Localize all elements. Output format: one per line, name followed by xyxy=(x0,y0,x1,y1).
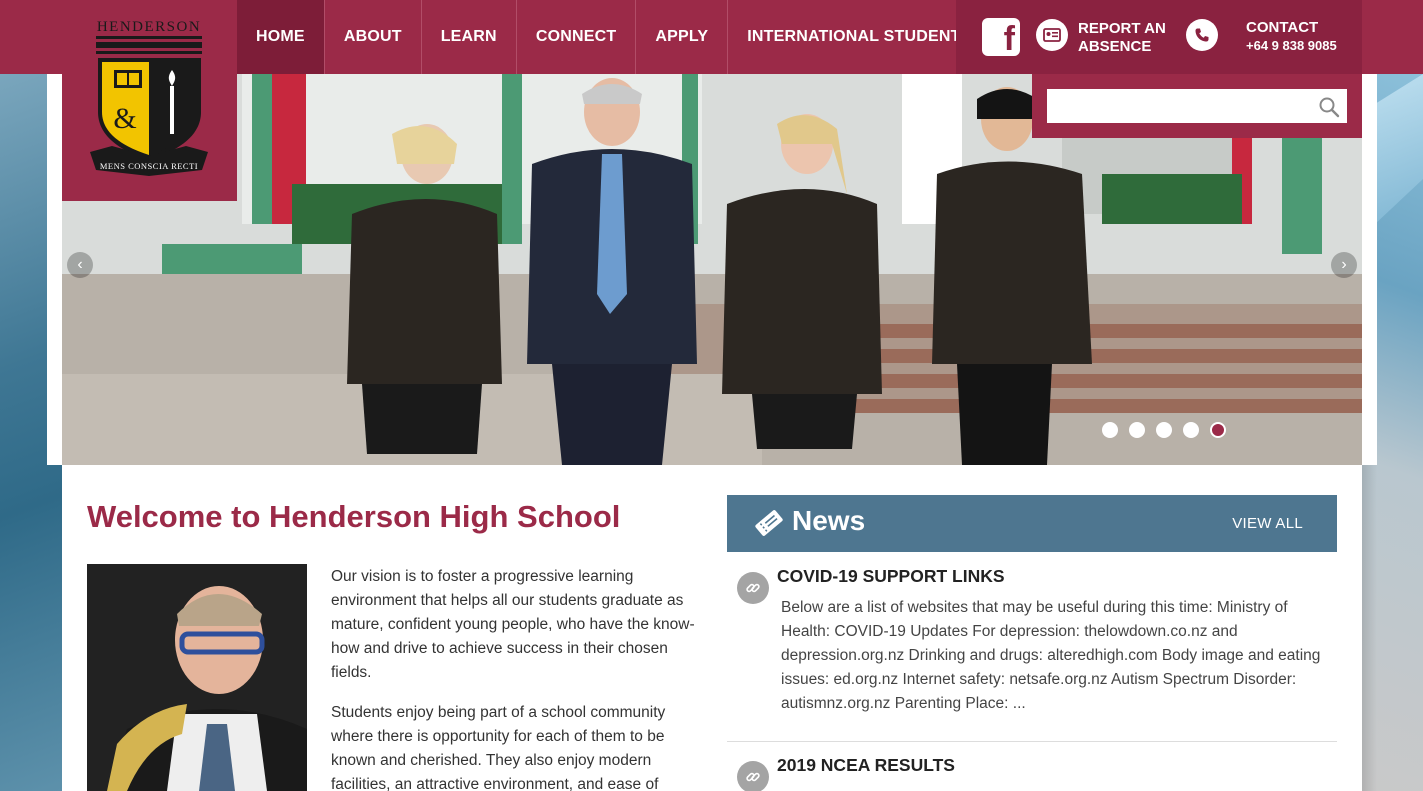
principal-photo xyxy=(87,564,307,791)
carousel-prev-arrow[interactable]: ‹ xyxy=(67,252,93,278)
logo-motto: MENS CONSCIA RECTI xyxy=(100,161,198,171)
carousel-dot-5[interactable] xyxy=(1210,422,1226,438)
news-divider xyxy=(727,741,1337,742)
nav-connect[interactable]: CONNECT xyxy=(517,0,637,74)
welcome-paragraph-1: Our vision is to foster a progressive le… xyxy=(331,568,695,681)
logo-name: HENDERSON xyxy=(97,19,201,35)
facebook-icon[interactable]: f xyxy=(982,18,1020,56)
carousel-dot-4[interactable] xyxy=(1183,422,1199,438)
welcome-title: Welcome to Henderson High School xyxy=(87,499,621,534)
welcome-paragraph-2: Students enjoy being part of a school co… xyxy=(331,704,666,791)
carousel-dots xyxy=(1102,422,1226,438)
news-item-title[interactable]: COVID-19 SUPPORT LINKS xyxy=(777,566,1005,587)
link-icon xyxy=(737,572,769,604)
news-item-body: Below are a list of websites that may be… xyxy=(781,599,1321,712)
contact-link[interactable]: CONTACT +64 9 838 9085 xyxy=(1246,19,1337,55)
nav-learn[interactable]: LEARN xyxy=(422,0,517,74)
report-absence-line1: REPORT AN xyxy=(1078,20,1166,37)
utility-bar: f REPORT AN ABSENCE CONTACT +64 9 838 90… xyxy=(956,0,1362,74)
report-absence-link[interactable]: REPORT AN ABSENCE xyxy=(1078,20,1166,56)
search-box xyxy=(1032,74,1362,138)
main-nav: HOME ABOUT LEARN CONNECT APPLY INTERNATI… xyxy=(237,0,990,74)
news-item-title[interactable]: 2019 NCEA RESULTS xyxy=(777,755,955,776)
nav-international-students[interactable]: INTERNATIONAL STUDENTS xyxy=(728,0,990,74)
search-icon[interactable] xyxy=(1318,96,1340,118)
carousel-dot-3[interactable] xyxy=(1156,422,1172,438)
content-shadow xyxy=(1362,465,1377,791)
svg-text:&: & xyxy=(113,102,136,135)
contact-phone: +64 9 838 9085 xyxy=(1246,38,1337,53)
contact-label: CONTACT xyxy=(1246,19,1319,36)
main-content: Welcome to Henderson High School Our vis… xyxy=(62,465,1362,791)
carousel-next-arrow[interactable]: › xyxy=(1331,252,1357,278)
nav-about[interactable]: ABOUT xyxy=(325,0,422,74)
nav-apply[interactable]: APPLY xyxy=(636,0,729,74)
ticket-icon xyxy=(755,510,783,536)
phone-icon[interactable] xyxy=(1186,19,1218,51)
search-input[interactable] xyxy=(1047,89,1347,123)
carousel-dot-2[interactable] xyxy=(1129,422,1145,438)
view-all-news-link[interactable]: VIEW ALL xyxy=(1232,515,1303,532)
report-absence-line2: ABSENCE xyxy=(1078,38,1152,55)
nav-home[interactable]: HOME xyxy=(237,0,325,74)
welcome-text: Our vision is to foster a progressive le… xyxy=(331,565,703,791)
school-logo[interactable]: HENDERSON & MENS CONSCIA RECTI xyxy=(62,0,237,201)
carousel-dot-1[interactable] xyxy=(1102,422,1118,438)
news-header: News VIEW ALL xyxy=(727,495,1337,552)
news-title: News xyxy=(792,505,866,536)
id-card-icon[interactable] xyxy=(1036,19,1068,51)
link-icon xyxy=(737,761,769,791)
